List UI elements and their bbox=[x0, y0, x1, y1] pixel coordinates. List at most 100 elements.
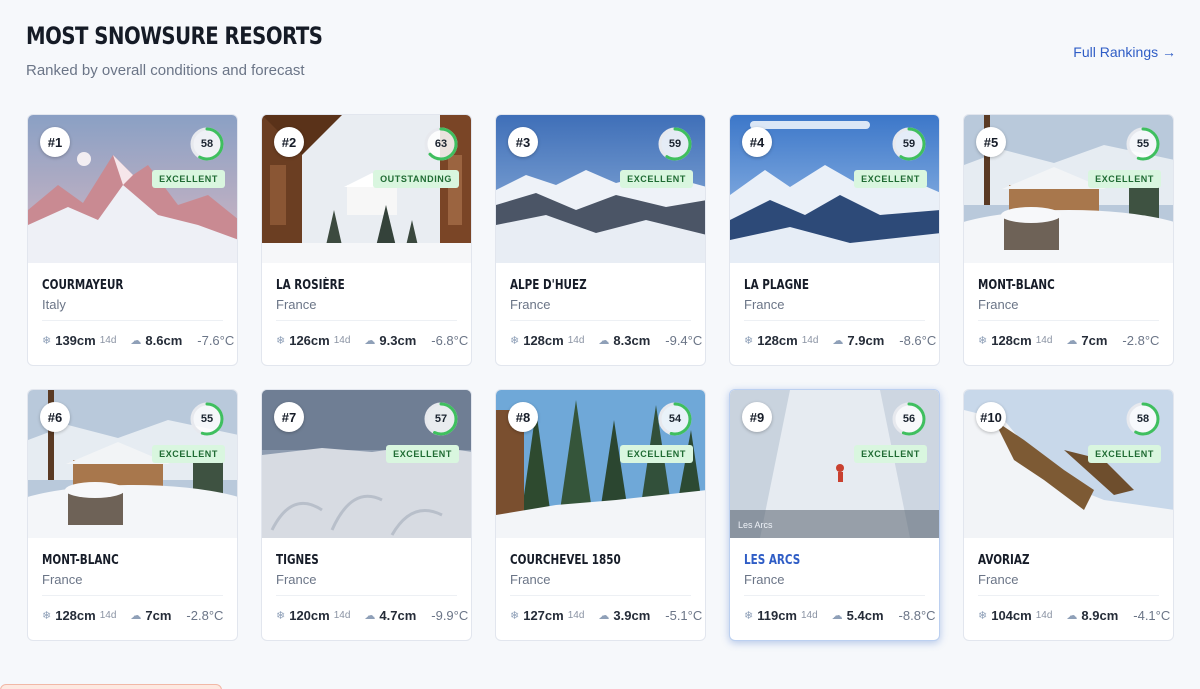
snow-stats: ❄ 104cm 14d ☁ 8.9cm -4.1°C bbox=[978, 608, 1173, 623]
base-depth: 128cm bbox=[991, 333, 1032, 348]
notification-toast-edge[interactable] bbox=[0, 684, 222, 689]
temperature: -2.8°C bbox=[186, 608, 224, 623]
score-value: 56 bbox=[902, 413, 916, 425]
resort-card[interactable]: #3 59 EXCELLENT Alpe d'Huez France ❄ 128… bbox=[495, 114, 706, 366]
score-value: 54 bbox=[668, 413, 682, 425]
cloud-snow-icon: ☁ bbox=[130, 610, 142, 622]
forecast-period: 14d bbox=[567, 335, 585, 346]
resort-country: France bbox=[276, 572, 317, 587]
forecast-period: 14d bbox=[99, 610, 117, 621]
new-snow: 8.3cm bbox=[613, 333, 651, 348]
card-divider bbox=[978, 320, 1159, 321]
resort-name[interactable]: Courmayeur bbox=[42, 278, 123, 293]
base-depth: 139cm bbox=[55, 333, 96, 348]
score-ring: 58 bbox=[1124, 400, 1162, 438]
snowflake-icon: ❄ bbox=[276, 335, 286, 347]
resort-card[interactable]: #2 63 OUTSTANDING La Rosière France ❄ 12… bbox=[261, 114, 472, 366]
temperature: -8.8°C bbox=[898, 608, 936, 623]
rank-badge: #10 bbox=[976, 402, 1006, 432]
snowflake-icon: ❄ bbox=[42, 610, 52, 622]
base-depth: 128cm bbox=[757, 333, 798, 348]
temperature: -7.6°C bbox=[197, 333, 235, 348]
score-ring: 59 bbox=[890, 125, 928, 163]
base-depth: 119cm bbox=[757, 608, 797, 623]
resort-card[interactable]: #8 54 EXCELLENT Courchevel 1850 France ❄… bbox=[495, 389, 706, 641]
score-value: 58 bbox=[1136, 413, 1150, 425]
snow-stats: ❄ 139cm 14d ☁ 8.6cm -7.6°C bbox=[42, 333, 237, 348]
resort-country: France bbox=[978, 572, 1019, 587]
snowflake-icon: ❄ bbox=[744, 610, 754, 622]
snow-stats: ❄ 128cm 14d ☁ 8.3cm -9.4°C bbox=[510, 333, 705, 348]
snowflake-icon: ❄ bbox=[978, 610, 988, 622]
resort-card[interactable]: #7 57 EXCELLENT Tignes France ❄ 120cm 14… bbox=[261, 389, 472, 641]
score-ring: 56 bbox=[890, 400, 928, 438]
score-ring: 58 bbox=[188, 125, 226, 163]
rank-badge: #2 bbox=[274, 127, 304, 157]
rating-badge: OUTSTANDING bbox=[373, 170, 459, 188]
forecast-period: 14d bbox=[333, 335, 351, 346]
rank-badge: #9 bbox=[742, 402, 772, 432]
cloud-snow-icon: ☁ bbox=[598, 610, 610, 622]
section-title: Most Snowsure Resorts bbox=[26, 22, 323, 50]
cloud-snow-icon: ☁ bbox=[364, 610, 376, 622]
resort-country: France bbox=[510, 297, 551, 312]
resort-country: France bbox=[42, 572, 83, 587]
snowflake-icon: ❄ bbox=[510, 610, 520, 622]
resort-name[interactable]: Avoriaz bbox=[978, 553, 1030, 568]
resort-name[interactable]: La Plagne bbox=[744, 278, 809, 293]
resort-card[interactable]: #4 59 EXCELLENT La Plagne France ❄ 128cm… bbox=[729, 114, 940, 366]
card-divider bbox=[276, 320, 457, 321]
section-subtitle: Ranked by overall conditions and forecas… bbox=[26, 62, 305, 79]
score-ring: 57 bbox=[422, 400, 460, 438]
new-snow: 9.3cm bbox=[379, 333, 417, 348]
resort-name[interactable]: Courchevel 1850 bbox=[510, 553, 621, 568]
rating-badge: EXCELLENT bbox=[1088, 170, 1161, 188]
temperature: -5.1°C bbox=[665, 608, 703, 623]
forecast-period: 14d bbox=[99, 335, 117, 346]
forecast-period: 14d bbox=[800, 610, 818, 621]
snowflake-icon: ❄ bbox=[510, 335, 520, 347]
resort-country: France bbox=[744, 572, 785, 587]
resort-name[interactable]: Alpe d'Huez bbox=[510, 278, 587, 293]
resort-card[interactable]: #10 58 EXCELLENT Avoriaz France ❄ 104cm … bbox=[963, 389, 1174, 641]
resort-card[interactable]: #1 58 EXCELLENT Courmayeur Italy ❄ 139cm… bbox=[27, 114, 238, 366]
resort-name[interactable]: Les Arcs bbox=[744, 553, 800, 568]
card-divider bbox=[510, 320, 691, 321]
score-value: 55 bbox=[1136, 138, 1150, 150]
base-depth: 120cm bbox=[289, 608, 330, 623]
snow-stats: ❄ 127cm 14d ☁ 3.9cm -5.1°C bbox=[510, 608, 705, 623]
temperature: -4.1°C bbox=[1133, 608, 1171, 623]
resort-card[interactable]: Les Arcs #9 56 EXCELLENT Les Arcs France… bbox=[729, 389, 940, 641]
resort-name[interactable]: Mont-Blanc bbox=[42, 553, 119, 568]
forecast-period: 14d bbox=[1035, 335, 1053, 346]
base-depth: 104cm bbox=[991, 608, 1032, 623]
rating-badge: EXCELLENT bbox=[152, 170, 225, 188]
base-depth: 126cm bbox=[289, 333, 330, 348]
temperature: -2.8°C bbox=[1122, 333, 1160, 348]
new-snow: 3.9cm bbox=[613, 608, 651, 623]
snowflake-icon: ❄ bbox=[978, 335, 988, 347]
score-ring: 55 bbox=[1124, 125, 1162, 163]
rank-badge: #4 bbox=[742, 127, 772, 157]
new-snow: 7cm bbox=[1081, 333, 1108, 348]
new-snow: 8.9cm bbox=[1081, 608, 1119, 623]
cloud-snow-icon: ☁ bbox=[1066, 610, 1078, 622]
temperature: -9.4°C bbox=[665, 333, 703, 348]
new-snow: 7.9cm bbox=[847, 333, 885, 348]
cloud-snow-icon: ☁ bbox=[831, 610, 843, 622]
rank-badge: #7 bbox=[274, 402, 304, 432]
resort-card[interactable]: #5 55 EXCELLENT Mont-Blanc France ❄ 128c… bbox=[963, 114, 1174, 366]
score-value: 57 bbox=[434, 413, 448, 425]
section-header: Most Snowsure Resorts Ranked by overall … bbox=[26, 22, 1176, 92]
resort-name[interactable]: Mont-Blanc bbox=[978, 278, 1055, 293]
resort-country: France bbox=[510, 572, 551, 587]
full-rankings-link[interactable]: Full Rankings → bbox=[1073, 44, 1176, 60]
cloud-snow-icon: ☁ bbox=[598, 335, 610, 347]
resort-name[interactable]: La Rosière bbox=[276, 278, 345, 293]
resort-name[interactable]: Tignes bbox=[276, 553, 319, 568]
temperature: -8.6°C bbox=[899, 333, 937, 348]
rating-badge: EXCELLENT bbox=[620, 170, 693, 188]
resort-card[interactable]: #6 55 EXCELLENT Mont-Blanc France ❄ 128c… bbox=[27, 389, 238, 641]
rank-badge: #6 bbox=[40, 402, 70, 432]
snowflake-icon: ❄ bbox=[744, 335, 754, 347]
